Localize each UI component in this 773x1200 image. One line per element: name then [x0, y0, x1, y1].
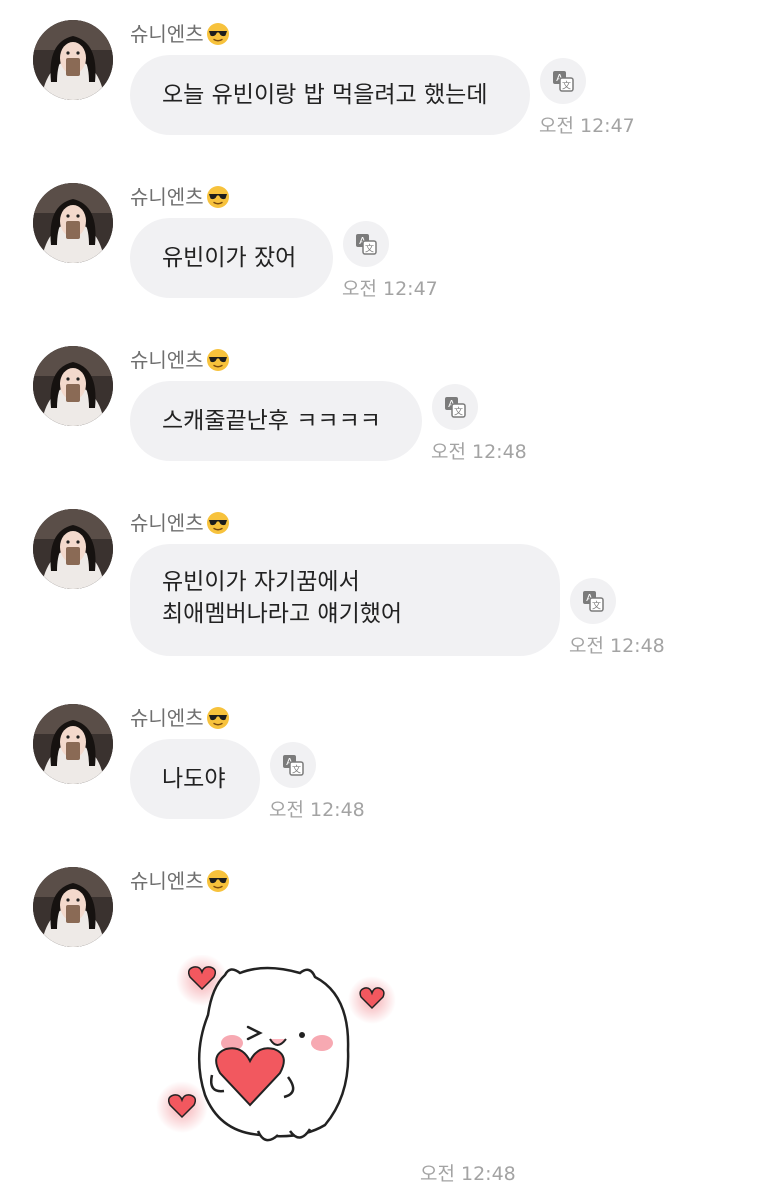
sender-name-text: 슈니엔츠	[130, 185, 204, 209]
bear-hugging-heart-sticker[interactable]	[150, 955, 410, 1155]
sender-name: 슈니엔츠	[130, 867, 230, 895]
timestamp: 오전 12:47	[342, 278, 438, 300]
timestamp: 오전 12:48	[420, 1163, 516, 1185]
translate-icon[interactable]	[432, 384, 478, 430]
timestamp: 오전 12:48	[431, 441, 527, 463]
message-bubble[interactable]: 오늘 유빈이랑 밥 먹을려고 했는데	[130, 55, 530, 135]
sender-name: 슈니엔츠	[130, 346, 230, 374]
sender-name-text: 슈니엔츠	[130, 869, 204, 893]
sunglasses-emoji-icon	[206, 22, 230, 46]
sunglasses-emoji-icon	[206, 185, 230, 209]
message-bubble[interactable]: 스캐줄끝난후 ㅋㅋㅋㅋ	[130, 381, 422, 461]
sender-name: 슈니엔츠	[130, 20, 230, 48]
message-bubble[interactable]: 나도야	[130, 739, 260, 819]
sunglasses-emoji-icon	[206, 348, 230, 372]
timestamp: 오전 12:48	[269, 799, 365, 821]
avatar[interactable]	[33, 509, 113, 589]
sender-name: 슈니엔츠	[130, 509, 230, 537]
sender-name-text: 슈니엔츠	[130, 511, 204, 535]
sender-name: 슈니엔츠	[130, 183, 230, 211]
sender-name-text: 슈니엔츠	[130, 22, 204, 46]
translate-icon[interactable]	[343, 221, 389, 267]
avatar[interactable]	[33, 704, 113, 784]
sender-name: 슈니엔츠	[130, 704, 230, 732]
sunglasses-emoji-icon	[206, 706, 230, 730]
timestamp: 오전 12:47	[539, 115, 635, 137]
sunglasses-emoji-icon	[206, 869, 230, 893]
translate-icon[interactable]	[570, 578, 616, 624]
message-bubble[interactable]: 유빈이가 잤어	[130, 218, 333, 298]
avatar[interactable]	[33, 183, 113, 263]
avatar[interactable]	[33, 346, 113, 426]
sender-name-text: 슈니엔츠	[130, 348, 204, 372]
avatar[interactable]	[33, 20, 113, 100]
message-bubble[interactable]: 유빈이가 자기꿈에서 최애멤버나라고 얘기했어	[130, 544, 560, 656]
translate-icon[interactable]	[540, 58, 586, 104]
avatar[interactable]	[33, 867, 113, 947]
translate-icon[interactable]	[270, 742, 316, 788]
sunglasses-emoji-icon	[206, 511, 230, 535]
timestamp: 오전 12:48	[569, 635, 665, 657]
sender-name-text: 슈니엔츠	[130, 706, 204, 730]
